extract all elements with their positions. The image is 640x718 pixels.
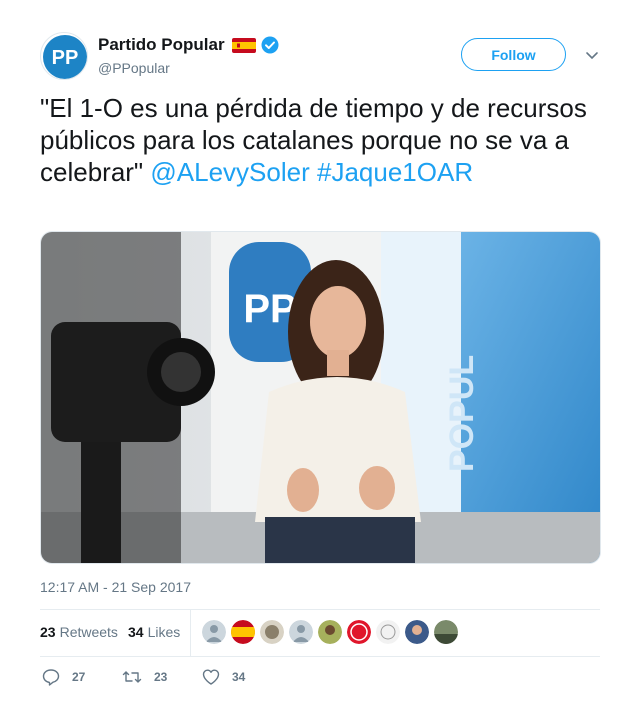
liker-avatars [202,620,463,644]
liker-avatar[interactable] [347,620,371,644]
like-count: 34 [232,670,246,684]
studio-photo: PP POPUL [41,232,600,563]
retweet-button[interactable]: 23 [122,668,167,686]
reply-count: 27 [72,670,86,684]
divider [40,656,600,657]
retweet-count: 23 [154,670,168,684]
tweet-text: "El 1-O es una pérdida de tiempo y de re… [40,92,602,188]
hashtag-link[interactable]: #Jaque1OAR [317,157,473,187]
liker-avatar[interactable] [260,620,284,644]
tweet-stats: 23 Retweets 34 Likes [40,610,600,656]
account-handle[interactable]: @PPopular [98,60,170,76]
chevron-down-icon[interactable] [584,47,600,63]
liker-avatar[interactable] [318,620,342,644]
name-row: Partido Popular [98,35,279,55]
display-name[interactable]: Partido Popular [98,35,225,55]
svg-text:PP: PP [52,47,79,69]
retweets-stat[interactable]: 23 Retweets [40,624,118,640]
reply-button[interactable]: 27 [42,668,85,686]
likes-label: Likes [147,624,181,640]
liker-avatar[interactable] [434,620,458,644]
wall-sign-text: POPUL [443,355,481,472]
stats-separator [190,610,191,656]
liker-avatar[interactable] [405,620,429,644]
tweet-header: PP Partido Popular @PPopular Follow [40,30,610,82]
liker-avatar[interactable] [376,620,400,644]
tweet-actions: 27 23 34 [40,668,340,690]
mention-link[interactable]: @ALevySoler [150,157,309,187]
reply-icon [42,669,60,686]
spain-flag-icon [231,37,256,53]
account-avatar[interactable]: PP [40,32,88,80]
retweets-count: 23 [40,624,56,640]
liker-avatar[interactable] [202,620,226,644]
tweet-media-image[interactable]: PP POPUL [40,231,601,564]
like-button[interactable]: 34 [202,668,245,686]
heart-icon [202,669,220,685]
tweet-timestamp[interactable]: 12:17 AM - 21 Sep 2017 [40,579,191,595]
retweet-icon [122,671,142,683]
likes-count: 34 [128,624,144,640]
follow-button[interactable]: Follow [461,38,566,71]
liker-avatar[interactable] [289,620,313,644]
likes-stat[interactable]: 34 Likes [128,624,180,640]
verified-badge-icon [261,36,279,54]
liker-avatar[interactable] [231,620,255,644]
pp-logo-icon: PP [43,35,87,79]
retweets-label: Retweets [59,624,118,640]
tweet-body: "El 1-O es una pérdida de tiempo y de re… [40,93,587,187]
